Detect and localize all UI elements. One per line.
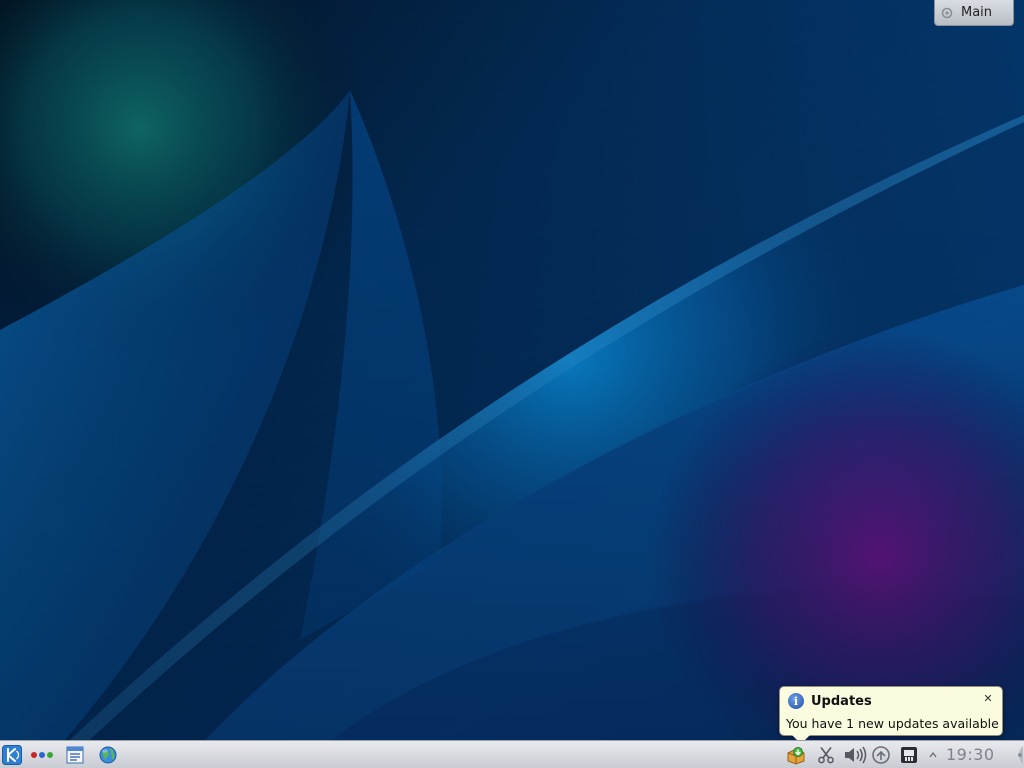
notification-popup[interactable]: i Updates ✕ You have 1 new updates avail… xyxy=(779,686,1003,744)
updates-icon[interactable] xyxy=(786,745,806,765)
notification-title: Updates xyxy=(811,693,872,709)
close-icon[interactable]: ✕ xyxy=(982,693,994,705)
digital-clock[interactable]: 19:30 xyxy=(946,745,995,764)
tray-arrow-icon[interactable] xyxy=(927,745,939,765)
kde-menu-icon[interactable] xyxy=(2,745,22,765)
notification-message: You have 1 new updates available xyxy=(786,716,999,731)
network-icon[interactable] xyxy=(871,745,891,765)
activity-switcher-button[interactable]: Main xyxy=(934,0,1014,26)
volume-icon[interactable] xyxy=(843,745,867,765)
globe-icon[interactable] xyxy=(98,745,118,765)
task-list-icon[interactable] xyxy=(65,745,85,765)
taskbar-panel: 19:30 xyxy=(0,740,1024,768)
activity-label: Main xyxy=(961,5,993,20)
pager-icon[interactable] xyxy=(30,745,54,765)
desktop-wallpaper xyxy=(0,0,1024,768)
desktop[interactable]: Main i Updates ✕ You have 1 new updates … xyxy=(0,0,1024,768)
info-icon: i xyxy=(788,693,804,709)
device-notifier-icon[interactable] xyxy=(899,745,919,765)
panel-toolbox-icon[interactable] xyxy=(1010,745,1024,765)
cashew-icon xyxy=(941,7,953,19)
scissors-icon[interactable] xyxy=(816,745,836,765)
notification-header: i Updates xyxy=(788,693,872,709)
